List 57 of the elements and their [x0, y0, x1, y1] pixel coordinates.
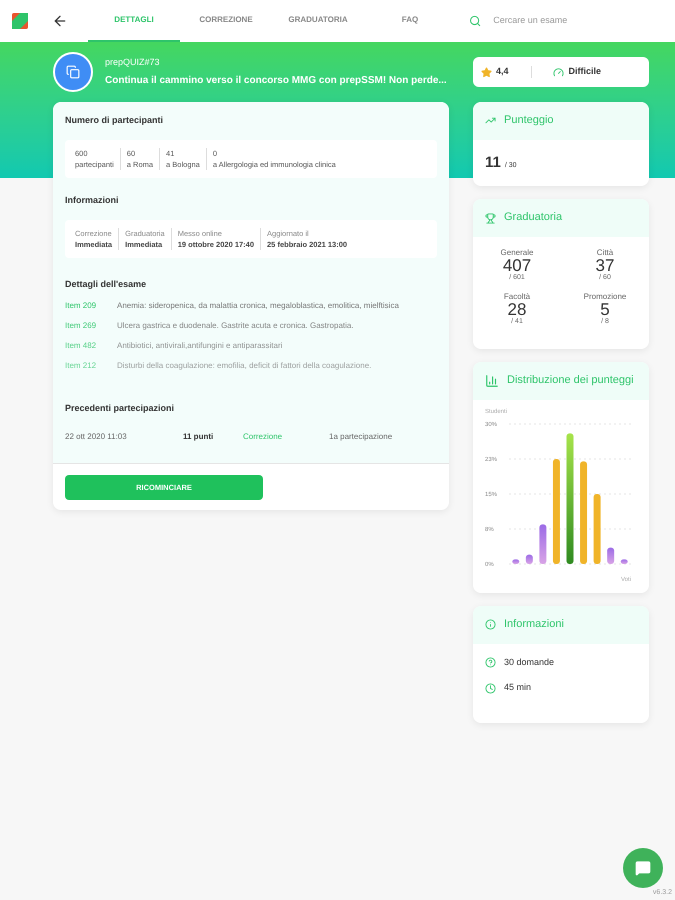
bar	[512, 559, 520, 564]
exam-code: prepQUIZ#73	[105, 56, 161, 69]
logo-icon	[12, 13, 28, 29]
clock-icon	[485, 682, 496, 694]
rank-value: 28	[508, 301, 526, 318]
star-icon	[481, 66, 492, 78]
question-icon	[485, 657, 496, 668]
section-title: Informazioni	[65, 194, 120, 207]
back-icon[interactable]	[52, 13, 68, 29]
correction-link[interactable]: Correzione	[243, 431, 329, 443]
item-code: Item 209	[65, 300, 98, 312]
card-title: Punteggio	[504, 114, 554, 128]
trophy-icon	[485, 212, 496, 224]
bar	[594, 494, 601, 564]
exam-title: Continua il cammino verso il concorso MMG con prepSSM! Non perde...	[105, 74, 445, 88]
attempt-date: 22 ott 2020 11:03	[65, 431, 128, 443]
rank-value: 407	[502, 257, 532, 274]
bar	[526, 554, 533, 564]
item-code: Item 482	[65, 340, 98, 352]
search-icon	[469, 14, 482, 28]
rating-value: 4,4	[496, 65, 509, 78]
gauge-icon	[553, 66, 564, 78]
tab[interactable]: CORREZIONE	[180, 0, 272, 42]
chat-button[interactable]	[623, 848, 663, 888]
bar	[620, 559, 628, 564]
difficulty: Difficile	[568, 65, 601, 78]
item-code: Item 212	[65, 360, 98, 372]
tab[interactable]: FAQ	[364, 0, 456, 42]
item-code: Item 269	[65, 320, 98, 332]
section-title: Dettagli dell'esame	[65, 278, 148, 291]
item-description: Anemia: sideropenica, da malattia cronica, megaloblastica, emolitica, mielftisica	[117, 300, 399, 312]
attempt-number: 1a partecipazione	[329, 431, 392, 443]
card-title: Distribuzione dei punteggi	[507, 374, 634, 388]
tab[interactable]: GRADUATORIA	[272, 0, 364, 42]
attempt-score: 11 punti	[183, 431, 214, 443]
rank-label: Facoltà	[504, 293, 530, 301]
score-value: 11	[485, 152, 501, 173]
card-title: Graduatoria	[504, 211, 562, 225]
rank-label: Promozione	[584, 293, 626, 301]
rank-label: Città	[596, 249, 614, 257]
copy-icon	[66, 65, 80, 79]
info-text: 45 min	[504, 681, 532, 694]
rank-label: Generale	[500, 249, 534, 257]
bar	[607, 548, 614, 564]
item-description: Disturbi della coagulazione: emofilia, deficit di fattori della coagulazione.	[117, 360, 372, 372]
chat-icon	[635, 860, 651, 876]
rank-value: 37	[596, 257, 614, 274]
item-description: Antibiotici, antivirali,antifungini e antiparassitari	[117, 340, 282, 352]
section-title: Precedenti partecipazioni	[65, 402, 176, 415]
rank-value: 5	[600, 301, 610, 318]
section-title: Numero di partecipanti	[65, 114, 164, 127]
info-text: 30 domande	[504, 656, 554, 669]
item-description: Ulcera gastrica e duodenale. Gastrite acuta e cronica. Gastropatia.	[117, 320, 354, 332]
bar-chart-icon	[485, 374, 499, 388]
card-title: Informazioni	[504, 618, 564, 632]
bar	[539, 524, 546, 564]
info-icon	[485, 619, 496, 630]
